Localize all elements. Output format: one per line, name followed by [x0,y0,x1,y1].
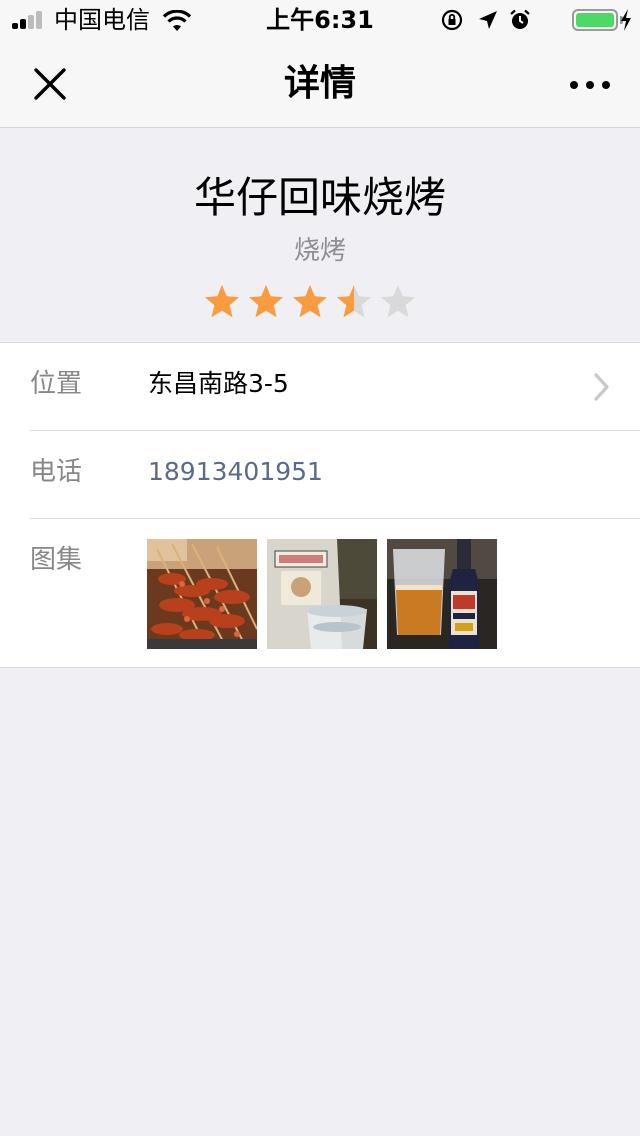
more-icon[interactable] [570,62,618,106]
phone-row[interactable]: 电话 18913401951 [0,431,640,518]
rotation-lock-icon [441,9,463,31]
star-icon [205,285,239,318]
page-title: 详情 [283,63,356,104]
star-icon [381,285,415,318]
detail-list: 位置 东昌南路3-5 电话 18913401951 图集 [0,342,640,668]
location-label: 位置 [30,369,83,399]
liquor-glass-photo[interactable] [267,539,377,649]
phone-label: 电话 [30,457,83,487]
star-icon [249,285,283,318]
star-rating [204,284,424,320]
status-bar: 中国电信 上午6:31 [0,0,640,40]
chevron-right-icon [594,373,609,401]
location-row[interactable]: 位置 东昌南路3-5 [0,343,640,430]
battery-icon [572,9,618,31]
shop-category: 烧烤 [293,236,346,266]
battery-fill [576,13,614,27]
gallery-label: 图集 [30,545,83,575]
nav-bar: 详情 [0,40,640,128]
charging-bolt-icon [621,9,631,31]
shop-header: 华仔回味烧烤 烧烤 [0,128,640,342]
location-value: 东昌南路3-5 [148,369,289,398]
beer-bottle-photo[interactable] [387,539,497,649]
star-icon [337,285,371,318]
alarm-icon [510,9,530,29]
shop-name: 华仔回味烧烤 [193,173,446,222]
bbq-skewers-photo[interactable] [147,539,257,649]
star-icon [293,285,327,318]
phone-number-link[interactable]: 18913401951 [148,455,323,489]
location-arrow-icon [479,11,497,29]
